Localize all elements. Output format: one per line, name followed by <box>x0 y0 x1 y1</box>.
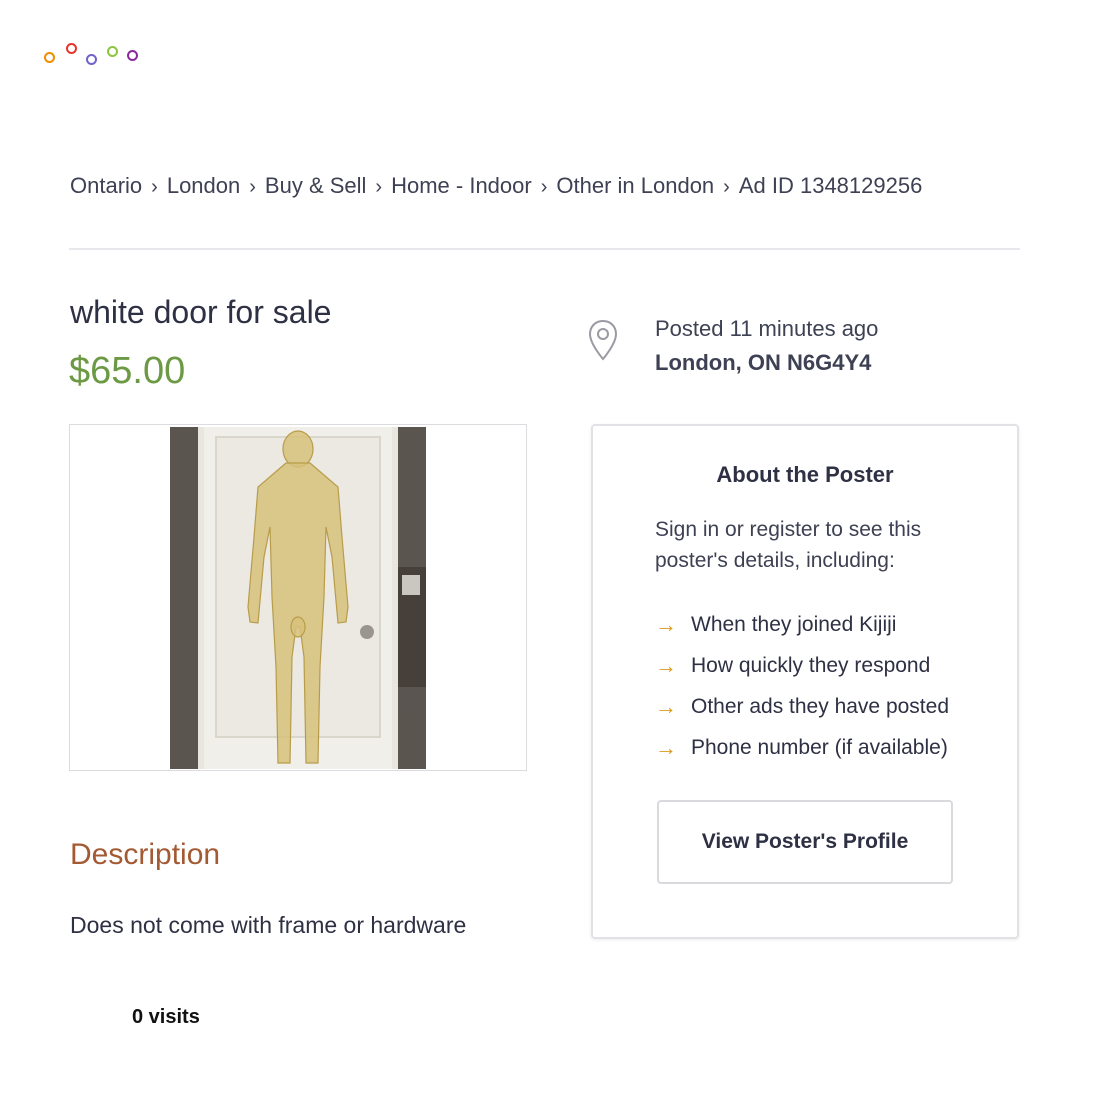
breadcrumb-london[interactable]: London <box>167 173 240 198</box>
ad-photo[interactable] <box>170 427 426 769</box>
breadcrumb-separator: › <box>723 176 730 198</box>
description-text: Does not come with frame or hardware <box>70 912 467 938</box>
breadcrumb-ad-id: Ad ID 1348129256 <box>738 173 923 198</box>
list-item-label: How quickly they respond <box>691 653 931 677</box>
posted-info: Posted 11 minutes ago London, ON N6G4Y4 <box>655 312 878 380</box>
ad-location[interactable]: London, ON N6G4Y4 <box>655 346 878 380</box>
ad-title: white door for sale <box>70 294 332 330</box>
about-poster-card: About the Poster Sign in or register to … <box>591 424 1019 939</box>
description-heading: Description <box>70 838 221 871</box>
list-item: → When they joined Kijiji <box>655 604 949 645</box>
logo-ring-purple <box>127 50 138 61</box>
visit-counter: 0 visits <box>132 1006 200 1028</box>
breadcrumb-other-in-london[interactable]: Other in London <box>556 173 714 198</box>
arrow-right-icon: → <box>655 693 677 719</box>
about-poster-heading: About the Poster <box>716 462 894 487</box>
breadcrumb-separator: › <box>540 176 548 198</box>
arrow-right-icon: → <box>655 734 677 760</box>
list-item-label: When they joined Kijiji <box>691 612 897 636</box>
arrow-right-icon: → <box>655 611 677 637</box>
breadcrumb-separator: › <box>375 176 383 198</box>
kijiji-logo[interactable] <box>44 42 144 68</box>
ad-photo-image <box>170 427 426 769</box>
logo-ring-blue <box>86 54 97 65</box>
divider <box>69 248 1020 250</box>
breadcrumb: Ontario › London › Buy & Sell › Home - Indoor ›… <box>70 173 922 199</box>
breadcrumb-ontario[interactable]: Ontario <box>70 173 142 198</box>
location-pin-icon <box>588 319 618 361</box>
poster-details-list: → When they joined Kijiji → How quickly th… <box>655 604 949 768</box>
list-item: → Phone number (if available) <box>655 727 949 768</box>
breadcrumb-separator: › <box>249 176 256 198</box>
list-item-label: Phone number (if available) <box>691 735 948 759</box>
about-poster-intro: Sign in or register to see this poster's… <box>655 518 922 572</box>
list-item: → Other ads they have posted <box>655 686 949 727</box>
list-item-label: Other ads they have posted <box>691 694 949 718</box>
ad-price: $65.00 <box>69 350 186 392</box>
logo-ring-orange <box>44 52 55 63</box>
logo-ring-red <box>66 43 77 54</box>
ad-photo-frame[interactable] <box>69 424 527 771</box>
arrow-right-icon: → <box>655 652 677 678</box>
list-item: → How quickly they respond <box>655 645 949 686</box>
view-poster-profile-button[interactable]: View Poster's Profile <box>657 800 953 884</box>
posted-time: Posted 11 minutes ago <box>655 316 879 341</box>
breadcrumb-home-indoor[interactable]: Home - Indoor <box>391 173 532 198</box>
breadcrumb-buy-sell[interactable]: Buy & Sell <box>265 173 367 198</box>
logo-ring-green <box>107 46 118 57</box>
breadcrumb-separator: › <box>151 176 158 198</box>
